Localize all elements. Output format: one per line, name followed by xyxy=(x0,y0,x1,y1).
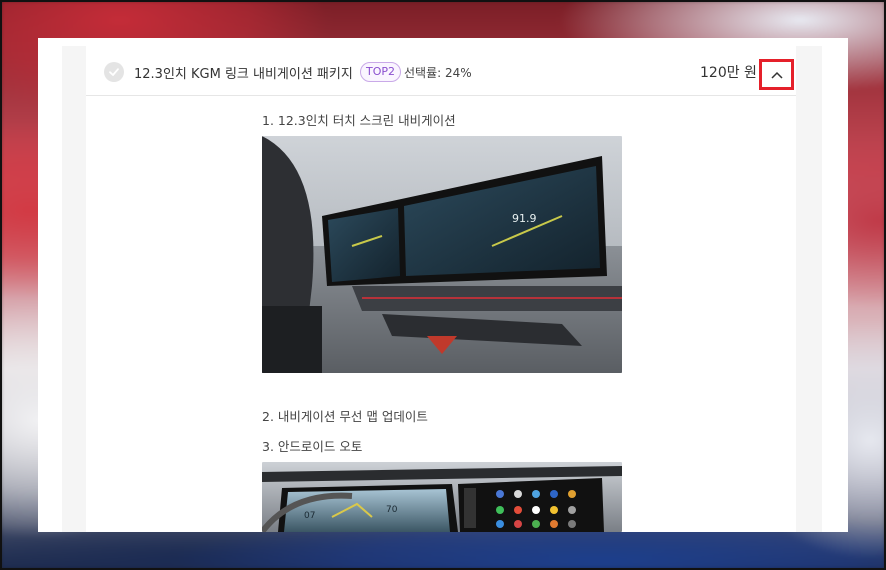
gauge-left-readout: 07 xyxy=(304,511,315,521)
speed-readout: 91.9 xyxy=(512,212,537,225)
gauge-right-readout: 70 xyxy=(386,505,398,515)
check-icon[interactable] xyxy=(104,62,124,82)
options-panel: 12.3인치 KGM 링크 내비게이션 패키지 TOP2 선택률: 24% 12… xyxy=(62,46,822,532)
option-header[interactable]: 12.3인치 KGM 링크 내비게이션 패키지 TOP2 선택률: 24% 12… xyxy=(86,46,796,96)
android-auto-image: 07 70 xyxy=(262,462,622,532)
navigation-screen-image: 91.9 xyxy=(262,136,622,373)
option-title: 12.3인치 KGM 링크 내비게이션 패키지 xyxy=(134,67,353,82)
feature-item: 3. 안드로이드 오토 xyxy=(262,439,363,454)
chevron-up-icon xyxy=(770,71,783,79)
feature-item: 2. 내비게이션 무선 맵 업데이트 xyxy=(262,409,428,424)
select-rate: 선택률: 24% xyxy=(404,66,472,80)
option-card: 12.3인치 KGM 링크 내비게이션 패키지 TOP2 선택률: 24% 12… xyxy=(86,46,796,532)
feature-item: 1. 12.3인치 터치 스크린 내비게이션 xyxy=(262,113,456,128)
option-price: 120만 원 xyxy=(700,65,757,81)
collapse-button[interactable] xyxy=(759,59,794,90)
page-container: 12.3인치 KGM 링크 내비게이션 패키지 TOP2 선택률: 24% 12… xyxy=(38,38,848,532)
top-badge: TOP2 xyxy=(360,62,402,82)
